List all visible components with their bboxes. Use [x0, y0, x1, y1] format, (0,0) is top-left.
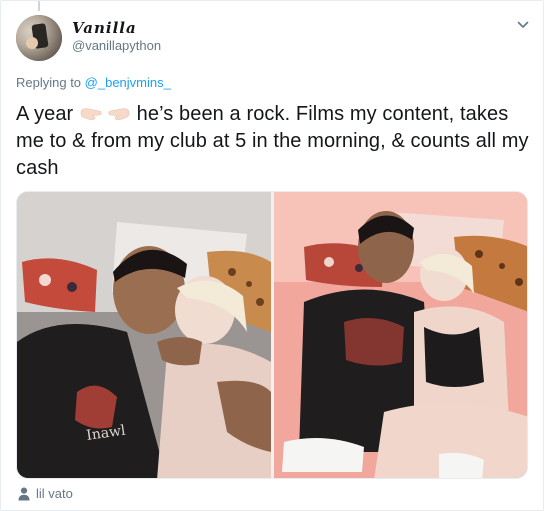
photo-1[interactable]: Inawl [17, 192, 271, 478]
couple-photo-icon [274, 192, 527, 478]
tweet-text-part-1: A year [16, 103, 79, 125]
tweet-header: Vanilla @vanillapython [16, 15, 531, 61]
avatar[interactable] [16, 15, 62, 61]
pointing-hands-icon [80, 108, 130, 120]
display-name[interactable]: Vanilla [72, 19, 161, 37]
media-grid[interactable]: Inawl [16, 191, 528, 479]
replying-to-line: Replying to @_benjvmins_ [16, 75, 171, 90]
chevron-down-icon[interactable] [515, 17, 531, 33]
reply-to-handle-link[interactable]: @_benjvmins_ [85, 75, 171, 90]
tagged-user-name[interactable]: lil vato [36, 485, 73, 503]
tweet-card: Vanilla @vanillapython Replying to @_ben… [0, 0, 544, 511]
tweet-text: A year he’s been a rock. Films my conten… [16, 101, 531, 182]
replying-to-label: Replying to [16, 75, 85, 90]
thread-connector-line [38, 1, 40, 11]
couple-photo-icon: Inawl [17, 192, 271, 478]
photo-2[interactable] [274, 192, 527, 478]
user-handle[interactable]: @vanillapython [72, 37, 161, 55]
person-icon [18, 487, 30, 501]
user-names: Vanilla @vanillapython [72, 19, 161, 55]
